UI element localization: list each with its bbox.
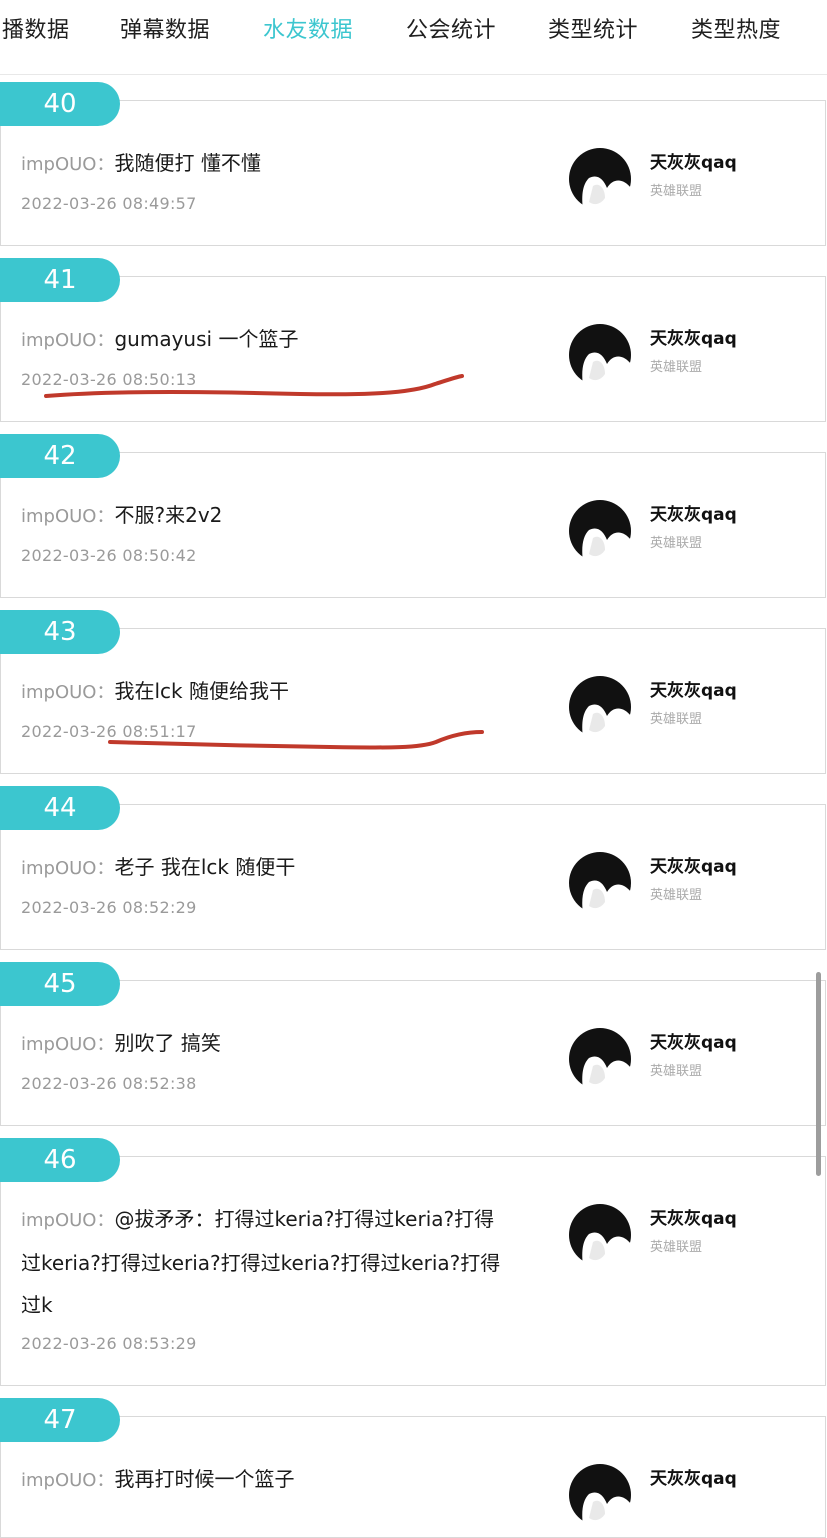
anchor-name[interactable]: 天灰灰qaq (650, 852, 737, 877)
tab-bar: 播数据 弹幕数据 水友数据 公会统计 类型统计 类型热度 (0, 0, 827, 75)
tab-viewer-data[interactable]: 水友数据 (263, 12, 353, 44)
comment-text: impOUO：@拔矛矛：打得过keria?打得过keria?打得过keria?打… (21, 1198, 511, 1326)
anchor-category: 英雄联盟 (650, 536, 703, 551)
message: 我再打时候一个篮子 (114, 1467, 295, 1491)
timestamp: 2022-03-26 08:49:57 (21, 194, 197, 213)
rank-badge: 41 (0, 258, 120, 302)
anchor-name[interactable]: 天灰灰qaq (650, 1028, 737, 1053)
comment-text: impOUO：我在lck 随便给我干 (21, 670, 521, 714)
message: 我随便打 懂不懂 (114, 151, 261, 175)
scrollbar[interactable] (816, 972, 821, 1176)
comment-text: impOUO：别吹了 搞笑 (21, 1022, 521, 1066)
separator: ： (96, 1034, 115, 1055)
username[interactable]: impOUO (21, 1034, 96, 1055)
separator: ： (96, 506, 115, 527)
anchor-category: 英雄联盟 (650, 1064, 703, 1079)
rank-badge: 44 (0, 786, 120, 830)
comment-text: impOUO：我随便打 懂不懂 (21, 142, 521, 186)
anchor-name[interactable]: 天灰灰qaq (650, 676, 737, 701)
username[interactable]: impOUO (21, 1470, 96, 1491)
timestamp: 2022-03-26 08:50:13 (21, 370, 197, 389)
username[interactable]: impOUO (21, 1210, 96, 1231)
username[interactable]: impOUO (21, 330, 96, 351)
anchor-category: 英雄联盟 (650, 888, 703, 903)
avatar[interactable] (569, 500, 631, 562)
rank-badge: 42 (0, 434, 120, 478)
username[interactable]: impOUO (21, 682, 96, 703)
username[interactable]: impOUO (21, 154, 96, 175)
message: 老子 我在lck 随便干 (114, 855, 296, 879)
message: gumayusi 一个篮子 (114, 327, 299, 351)
separator: ： (96, 154, 115, 175)
anchor-name[interactable]: 天灰灰qaq (650, 148, 737, 173)
username[interactable]: impOUO (21, 506, 96, 527)
separator: ： (96, 1470, 115, 1491)
anchor-category: 英雄联盟 (650, 184, 703, 199)
tab-category-heat[interactable]: 类型热度 (691, 12, 781, 44)
anchor-name[interactable]: 天灰灰qaq (650, 324, 737, 349)
separator: ： (96, 682, 115, 703)
anchor-name[interactable]: 天灰灰qaq (650, 500, 737, 525)
timestamp: 2022-03-26 08:51:17 (21, 722, 197, 741)
anchor-category: 英雄联盟 (650, 1240, 703, 1255)
rank-badge: 47 (0, 1398, 120, 1442)
message: 我在lck 随便给我干 (114, 679, 289, 703)
avatar[interactable] (569, 1204, 631, 1266)
tab-guild-stats[interactable]: 公会统计 (406, 12, 496, 44)
rank-badge: 43 (0, 610, 120, 654)
separator: ： (96, 330, 115, 351)
anchor-name[interactable]: 天灰灰qaq (650, 1464, 737, 1489)
comment-text: impOUO：不服?来2v2 (21, 494, 521, 538)
separator: ： (96, 1210, 115, 1231)
avatar[interactable] (569, 852, 631, 914)
timestamp: 2022-03-26 08:53:29 (21, 1334, 197, 1353)
avatar[interactable] (569, 1028, 631, 1090)
timestamp: 2022-03-26 08:52:29 (21, 898, 197, 917)
avatar[interactable] (569, 148, 631, 210)
tab-danmaku-data[interactable]: 弹幕数据 (120, 12, 210, 44)
comment-text: impOUO：老子 我在lck 随便干 (21, 846, 521, 890)
timestamp: 2022-03-26 08:50:42 (21, 546, 197, 565)
rank-badge: 40 (0, 82, 120, 126)
avatar[interactable] (569, 324, 631, 386)
rank-badge: 46 (0, 1138, 120, 1182)
separator: ： (96, 858, 115, 879)
anchor-name[interactable]: 天灰灰qaq (650, 1204, 737, 1229)
anchor-category: 英雄联盟 (650, 360, 703, 375)
message: 不服?来2v2 (114, 503, 223, 527)
tab-category-stats[interactable]: 类型统计 (548, 12, 638, 44)
rank-badge: 45 (0, 962, 120, 1006)
avatar[interactable] (569, 1464, 631, 1526)
comment-text: impOUO：gumayusi 一个篮子 (21, 318, 521, 362)
username[interactable]: impOUO (21, 858, 96, 879)
message: 别吹了 搞笑 (114, 1031, 221, 1055)
timestamp: 2022-03-26 08:52:38 (21, 1074, 197, 1093)
tab-broadcast-data[interactable]: 播数据 (2, 12, 70, 44)
avatar[interactable] (569, 676, 631, 738)
comment-text: impOUO：我再打时候一个篮子 (21, 1458, 521, 1502)
anchor-category: 英雄联盟 (650, 712, 703, 727)
